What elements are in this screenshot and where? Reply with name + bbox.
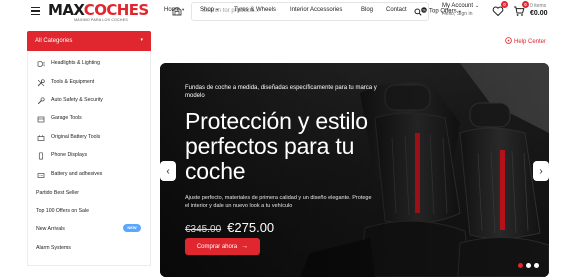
slider-dot[interactable] xyxy=(526,263,531,268)
sidebar-item-label: Partido Best Seller xyxy=(36,190,79,196)
nav-shop[interactable]: Shop ▾ xyxy=(200,7,218,13)
nav-contact[interactable]: Contact xyxy=(386,7,407,13)
chevron-down-icon: ▾ xyxy=(216,7,219,12)
sidebar-item-label: Headlights & Lighting xyxy=(51,60,101,66)
cart-total: €0.00 xyxy=(530,10,548,17)
sidebar-item-battery-adhesives[interactable]: Battery and adhesives xyxy=(28,168,152,182)
battery-icon xyxy=(37,173,45,178)
logo-part1: MAX xyxy=(48,1,84,19)
sidebar-item-label: Battery and adhesives xyxy=(51,171,103,177)
chevron-down-icon: ⌄ xyxy=(475,3,480,9)
help-center-label: Help Center xyxy=(514,39,547,45)
cart-count-badge: 0 xyxy=(522,1,529,8)
sidebar-item-alarm-systems[interactable]: Alarm Systems xyxy=(28,242,152,256)
sidebar-item-phone-displays[interactable]: Phone Displays xyxy=(28,149,152,163)
slider-prev-button[interactable]: ‹ xyxy=(160,161,176,181)
tools-icon xyxy=(37,79,45,87)
chevron-down-icon: ▾ xyxy=(182,7,185,12)
buy-now-label: Comprar ahora xyxy=(196,243,238,250)
hero-title: Protección y estilo perfectos para tu co… xyxy=(185,108,368,184)
sidebar-item-best-seller[interactable]: Partido Best Seller xyxy=(28,187,152,201)
hero-prices: €345.00 €275.00 xyxy=(185,220,385,235)
old-price: €345.00 xyxy=(185,224,222,235)
wrench-icon xyxy=(37,97,45,105)
slider-next-button[interactable]: › xyxy=(533,161,549,181)
chevron-left-icon: ‹ xyxy=(166,165,170,177)
buy-now-button[interactable]: Comprar ahora → xyxy=(185,238,260,255)
nav-top-offers-label: Top Offers xyxy=(429,8,457,15)
wishlist-count-badge: 0 xyxy=(501,1,508,8)
help-center-link[interactable]: Help Center xyxy=(505,37,546,45)
logo-part2: COCHES xyxy=(83,1,149,19)
nav-blog[interactable]: Blog xyxy=(361,7,373,13)
nav-home-label: Home xyxy=(164,7,181,13)
nav-top-offers[interactable]: % Top Offers ▾ xyxy=(421,7,461,15)
nav-interior-accessories[interactable]: Interior Accessories xyxy=(290,7,342,13)
logo[interactable]: MAXCOCHES MÁXIMO PARA LOS COCHES xyxy=(48,3,154,23)
categories-sidebar: Headlights & Lighting Tools & Equipment … xyxy=(27,51,151,266)
nav-tyres-label: Tyres & Wheels xyxy=(234,7,277,13)
sidebar-item-headlights[interactable]: Headlights & Lighting xyxy=(28,57,152,71)
sale-price: €275.00 xyxy=(227,220,275,235)
sidebar-item-label: Tools & Equipment xyxy=(51,79,95,85)
garage-icon xyxy=(37,116,45,123)
sidebar-item-safety[interactable]: Auto Safety & Security xyxy=(28,94,152,108)
nav-interior-label: Interior Accessories xyxy=(290,7,343,13)
battery-icon xyxy=(37,135,45,141)
cart-button[interactable]: 0 xyxy=(513,1,529,16)
sidebar-item-tools[interactable]: Tools & Equipment xyxy=(28,76,152,90)
menu-icon[interactable] xyxy=(31,7,40,15)
nav-home[interactable]: Home ▾ xyxy=(164,7,184,13)
site-header: MAXCOCHES MÁXIMO PARA LOS COCHES My Acco… xyxy=(0,0,580,27)
hero-text: Fundas de coche a medida, diseñadas espe… xyxy=(185,84,385,235)
slider-dots xyxy=(518,263,542,268)
all-categories-button[interactable]: All Categories ▾ xyxy=(27,31,151,51)
nav-shop-label: Shop xyxy=(200,7,215,13)
cart-summary[interactable]: 0 items €0.00 xyxy=(530,3,548,17)
sidebar-item-battery-tools[interactable]: Original Battery Tools xyxy=(28,131,152,145)
sidebar-item-label: Original Battery Tools xyxy=(51,134,101,140)
new-badge: NEW xyxy=(123,224,141,232)
sidebar-item-label: Top 100 Offers on Sale xyxy=(36,208,89,214)
chevron-right-icon: › xyxy=(539,165,543,177)
sidebar-item-top-100[interactable]: Top 100 Offers on Sale xyxy=(28,205,152,219)
offers-icon: % xyxy=(421,7,427,13)
cart-items-label: 0 items xyxy=(530,3,547,9)
slider-dot-active[interactable] xyxy=(518,263,523,268)
sidebar-item-label: New Arrivals xyxy=(36,226,65,232)
help-icon xyxy=(505,37,512,44)
nav-tyres-wheels[interactable]: Tyres & Wheels xyxy=(234,7,276,13)
sidebar-item-label: Phone Displays xyxy=(51,152,88,158)
wishlist-button[interactable]: 0 xyxy=(492,1,508,17)
headlight-icon xyxy=(37,61,45,67)
hero-slider: Fundas de coche a medida, diseñadas espe… xyxy=(160,63,549,277)
nav-contact-label: Contact xyxy=(386,7,407,13)
all-categories-label: All Categories xyxy=(35,38,73,44)
svg-text:%: % xyxy=(422,7,426,12)
chevron-down-icon: ▾ xyxy=(140,37,143,43)
hero-description: Ajuste perfecto, materiales de primera c… xyxy=(185,195,372,209)
nav-blog-label: Blog xyxy=(361,7,374,13)
chevron-down-icon: ▾ xyxy=(458,8,461,14)
sidebar-item-label: Auto Safety & Security xyxy=(51,97,103,103)
sidebar-item-garage-tools[interactable]: Garage Tools xyxy=(28,112,152,126)
hero-eyebrow: Fundas de coche a medida, diseñadas espe… xyxy=(185,85,377,99)
sidebar-item-label: Alarm Systems xyxy=(36,245,71,251)
phone-icon xyxy=(38,152,44,160)
sidebar-item-label: Garage Tools xyxy=(51,115,82,121)
slider-dot[interactable] xyxy=(534,263,539,268)
arrow-right-icon: → xyxy=(241,243,249,250)
